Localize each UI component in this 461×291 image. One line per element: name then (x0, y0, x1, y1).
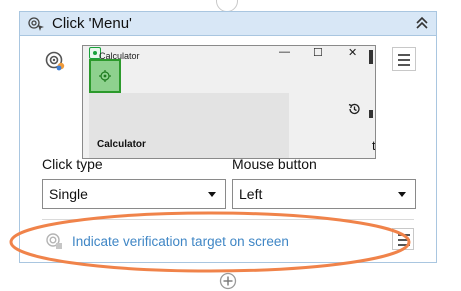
maximize-icon: ☐ (313, 47, 323, 59)
section-divider (42, 219, 414, 220)
click-type-value: Single (49, 186, 88, 202)
dropdown-arrow-icon (398, 192, 406, 197)
menu-button-highlight (89, 59, 121, 93)
add-activity-plus-icon[interactable] (219, 272, 237, 290)
preview-app-name: Calculator (97, 139, 146, 150)
click-type-label: Click type (42, 156, 103, 172)
target-element-icon[interactable] (44, 50, 66, 72)
activity-title: Click 'Menu' (52, 15, 132, 32)
target-options-menu-button[interactable] (392, 47, 416, 71)
target-screenshot-preview[interactable]: Calculator — ☐ ✕ Calculator t (82, 45, 376, 159)
minimize-icon: — (279, 46, 290, 58)
close-icon: ✕ (348, 47, 358, 59)
activity-header: Click 'Menu' (20, 12, 436, 36)
preview-edge-mark: t (372, 138, 376, 153)
verification-options-menu-button[interactable] (392, 228, 414, 250)
mouse-button-value: Left (239, 186, 263, 202)
dropdown-arrow-icon (208, 192, 216, 197)
click-type-dropdown[interactable]: Single (42, 179, 226, 209)
verification-target-icon (46, 233, 62, 249)
preview-edge-mark (369, 110, 373, 118)
crosshair-icon (99, 70, 111, 82)
mouse-button-label: Mouse button (232, 156, 317, 172)
click-activity-icon (28, 17, 44, 31)
mouse-button-dropdown[interactable]: Left (232, 179, 416, 209)
click-activity-card: Click 'Menu' Calculator — ☐ ✕ Calculator… (19, 11, 437, 263)
collapse-chevron-icon[interactable] (414, 15, 430, 31)
indicate-verification-target-link[interactable]: Indicate verification target on screen (72, 234, 289, 249)
preview-edge-mark (369, 50, 373, 64)
history-icon (348, 103, 360, 115)
